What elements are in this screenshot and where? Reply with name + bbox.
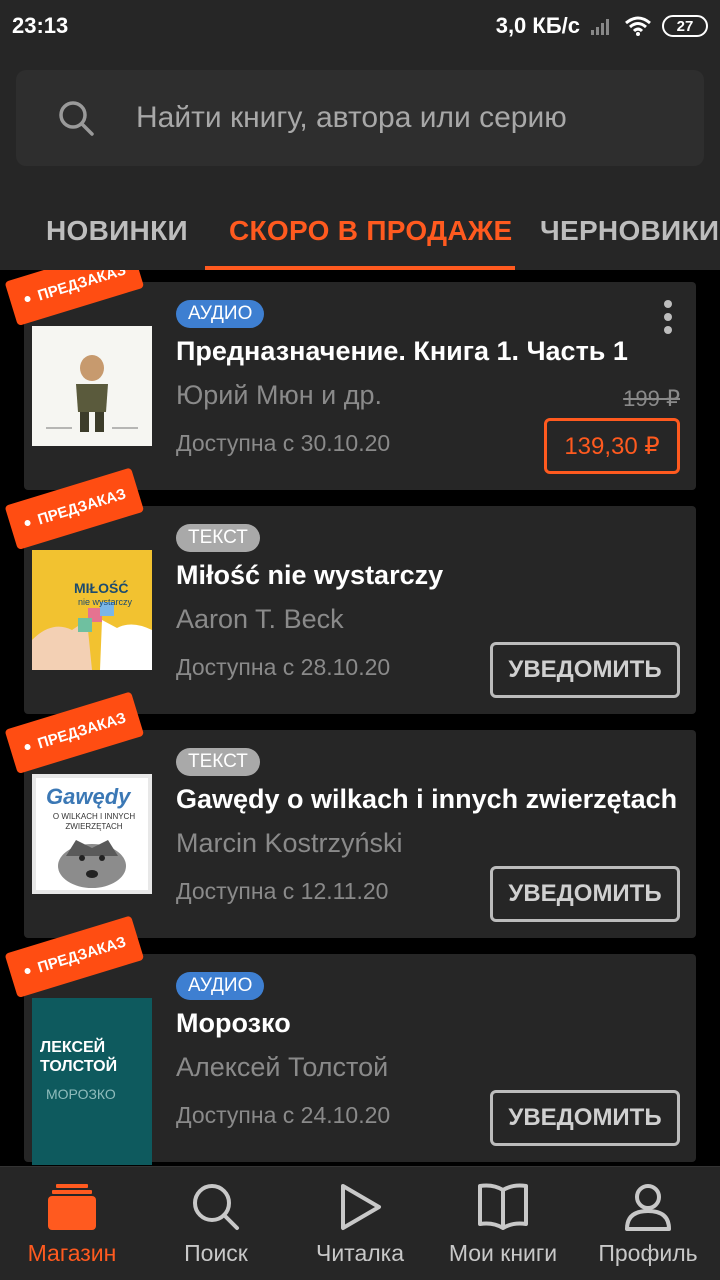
nav-store[interactable]: Магазин xyxy=(18,1167,126,1280)
book-author[interactable]: Marcin Kostrzyński xyxy=(176,828,403,859)
audio-badge: АУДИО xyxy=(176,972,265,1000)
nav-search-label: Поиск xyxy=(184,1239,248,1266)
search-bar[interactable]: Найти книгу, автора или серию xyxy=(16,70,704,166)
cover-title: Gawędy xyxy=(46,784,131,809)
book-card[interactable]: Gawędy O WILKACH I INNYCH ZWIERZĘTACH ПР… xyxy=(4,691,696,938)
text-badge: ТЕКСТ xyxy=(176,524,260,552)
book-author[interactable]: Алексей Толстой xyxy=(176,1052,388,1083)
book-author[interactable]: Aaron T. Beck xyxy=(176,604,344,635)
nav-reader-label: Читалка xyxy=(315,1239,405,1266)
wifi-icon xyxy=(625,16,651,36)
book-title: Морозко xyxy=(176,1008,291,1038)
battery-indicator: 27 xyxy=(662,15,708,37)
more-menu-icon[interactable] xyxy=(662,300,674,334)
book-title: Предназначение. Книга 1. Часть 1 xyxy=(176,336,628,366)
nav-profile-label: Профиль xyxy=(598,1239,698,1266)
notify-button[interactable]: УВЕДОМИТЬ xyxy=(490,866,680,922)
nav-search[interactable]: Поиск xyxy=(166,1167,266,1280)
header: Найти книгу, автора или серию НОВИНКИ СК… xyxy=(0,52,720,270)
old-price: 199 ₽ xyxy=(623,386,680,411)
cover-subtitle: МОРОЗКО xyxy=(46,1086,116,1102)
bottom-nav: Магазин Поиск Читалка Мои книги Профиль xyxy=(0,1166,720,1280)
book-cover: Gawędy O WILKACH I INNYCH ZWIERZĘTACH xyxy=(32,774,152,894)
availability-date: Доступна с 12.11.20 xyxy=(176,878,389,904)
buy-price-button[interactable]: 139,30 ₽ xyxy=(544,418,680,474)
profile-icon xyxy=(625,1183,671,1231)
audio-badge: АУДИО xyxy=(176,300,265,328)
nav-reader[interactable]: Читалка xyxy=(304,1167,416,1280)
cover-title: ЛЕКСЕЙ ТОЛСТОЙ xyxy=(40,1039,118,1075)
book-author[interactable]: Юрий Мюн и др. xyxy=(176,380,382,411)
tab-drafts[interactable]: ЧЕРНОВИКИ xyxy=(540,192,719,270)
text-badge: ТЕКСТ xyxy=(176,748,260,776)
availability-date: Доступна с 30.10.20 xyxy=(176,430,391,456)
play-icon xyxy=(341,1183,381,1230)
availability-date: Доступна с 28.10.20 xyxy=(176,654,391,680)
status-bar: 23:13 3,0 КБ/с 27 xyxy=(0,0,720,52)
preorder-ribbon: ПРЕДЗАКАЗ xyxy=(4,270,145,326)
book-cover: MIŁOŚĆ nie wystarczy xyxy=(32,550,152,670)
book-title: Gawędy o wilkach i innych zwierzętach xyxy=(176,784,678,814)
network-speed: 3,0 КБ/с xyxy=(495,13,580,38)
tab-new[interactable]: НОВИНКИ xyxy=(46,192,188,270)
book-card[interactable]: ЛЕКСЕЙ ТОЛСТОЙ МОРОЗКО ПРЕДЗАКАЗ АУДИО М… xyxy=(4,915,696,1165)
availability-date: Доступна с 24.10.20 xyxy=(176,1102,391,1128)
book-icon xyxy=(478,1183,528,1230)
nav-profile[interactable]: Профиль xyxy=(590,1167,706,1280)
store-icon xyxy=(48,1183,96,1230)
book-cover xyxy=(32,326,152,446)
preorder-label: ПРЕДЗАКАЗ xyxy=(35,709,128,752)
signal-icon xyxy=(591,19,609,35)
preorder-label: ПРЕДЗАКАЗ xyxy=(35,270,128,304)
cover-subtitle: nie wystarczy xyxy=(78,597,133,607)
notify-button[interactable]: УВЕДОМИТЬ xyxy=(490,1090,680,1146)
nav-store-label: Магазин xyxy=(27,1239,117,1266)
tab-bar: НОВИНКИ СКОРО В ПРОДАЖЕ ЧЕРНОВИКИ xyxy=(0,192,720,270)
book-cover: ЛЕКСЕЙ ТОЛСТОЙ МОРОЗКО xyxy=(32,998,152,1165)
book-title: Miłość nie wystarczy xyxy=(176,560,444,590)
book-list: ПРЕДЗАКАЗ АУДИО Предназначение. Книга 1.… xyxy=(0,270,720,1165)
nav-my-books-label: Мои книги xyxy=(448,1239,558,1266)
search-input[interactable]: Найти книгу, автора или серию xyxy=(136,101,567,135)
preorder-label: ПРЕДЗАКАЗ xyxy=(35,485,128,528)
tab-coming-soon[interactable]: СКОРО В ПРОДАЖЕ xyxy=(229,192,512,270)
preorder-label: ПРЕДЗАКАЗ xyxy=(35,933,128,976)
book-card[interactable]: MIŁOŚĆ nie wystarczy ПРЕДЗАКАЗ ТЕКСТ Mił… xyxy=(4,467,696,714)
nav-my-books[interactable]: Мои книги xyxy=(436,1167,570,1280)
notify-button[interactable]: УВЕДОМИТЬ xyxy=(490,642,680,698)
status-time: 23:13 xyxy=(12,13,69,38)
cover-subtitle: O WILKACH I INNYCH ZWIERZĘTACH xyxy=(52,812,136,831)
search-icon xyxy=(193,1183,239,1230)
cover-title: MIŁOŚĆ xyxy=(74,580,129,596)
search-icon xyxy=(16,98,136,138)
book-card[interactable]: ПРЕДЗАКАЗ АУДИО Предназначение. Книга 1.… xyxy=(4,270,696,490)
